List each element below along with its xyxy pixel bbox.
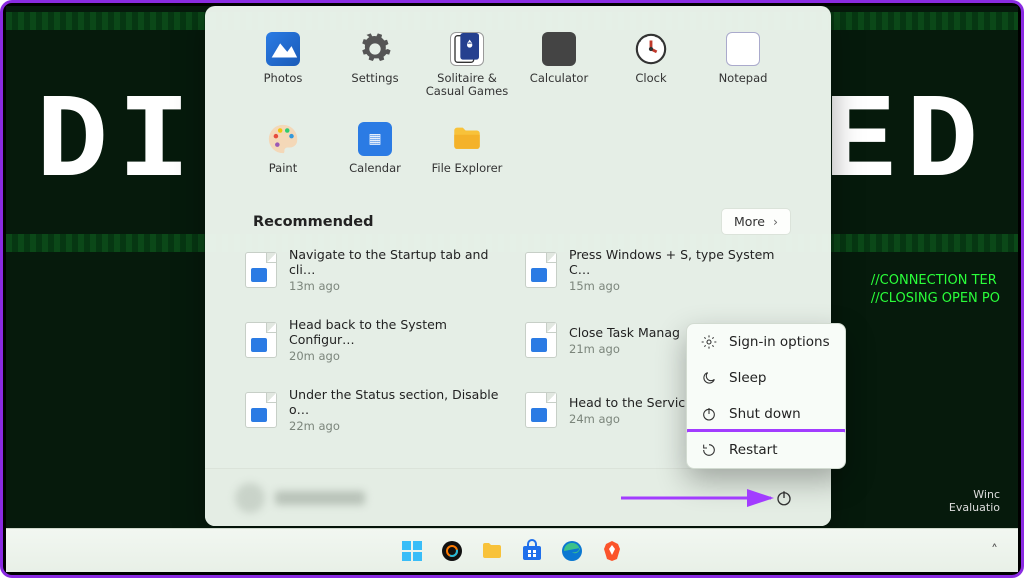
clock-icon [634, 32, 668, 66]
pinned-section: Photos Settings Solitaire & Casual Games… [205, 6, 831, 202]
app-label: Photos [264, 72, 303, 85]
menu-label: Sign-in options [729, 334, 830, 350]
solitaire-icon [450, 32, 484, 66]
recommended-item[interactable]: Under the Status section, Disable o… 22m … [243, 385, 513, 435]
paint-icon [266, 122, 300, 156]
wallpaper-text-right: ED [824, 76, 988, 212]
wallpaper-line1: //CONNECTION TER [871, 272, 1000, 290]
taskbar-store-button[interactable] [517, 536, 547, 566]
taskbar-search-button[interactable] [437, 536, 467, 566]
power-icon [701, 406, 717, 422]
taskbar-explorer-button[interactable] [477, 536, 507, 566]
recommended-item[interactable]: Head back to the System Configur… 20m ago [243, 315, 513, 365]
recommended-item[interactable]: Navigate to the Startup tab and cli… 13m … [243, 245, 513, 295]
rec-title: Close Task Manag [569, 325, 680, 340]
gear-icon [701, 334, 717, 350]
app-paint[interactable]: Paint [237, 116, 329, 202]
app-label: Settings [351, 72, 398, 85]
app-file-explorer[interactable]: File Explorer [421, 116, 513, 202]
app-label: Clock [635, 72, 666, 85]
sleep-item[interactable]: Sleep [687, 360, 845, 396]
rec-title: Under the Status section, Disable o… [289, 387, 511, 417]
app-label: Calendar [349, 162, 401, 175]
user-account-button[interactable] [235, 483, 365, 513]
screenshot-root: DI ED //CONNECTION TER //CLOSING OPEN PO… [0, 0, 1024, 578]
doc-icon [525, 252, 557, 288]
signin-options-item[interactable]: Sign-in options [687, 324, 845, 360]
app-solitaire[interactable]: Solitaire & Casual Games [421, 26, 513, 112]
app-calculator[interactable]: Calculator [513, 26, 605, 112]
restart-item[interactable]: Restart [686, 429, 846, 469]
wallpaper-line2: //CLOSING OPEN PO [871, 290, 1000, 308]
rec-title: Press Windows + S, type System C… [569, 247, 791, 277]
notepad-icon [726, 32, 760, 66]
menu-label: Restart [729, 442, 778, 458]
taskbar: ˄ [6, 528, 1018, 572]
wallpaper-console-text: //CONNECTION TER //CLOSING OPEN PO [871, 272, 1000, 308]
moon-icon [701, 370, 717, 386]
recommended-item[interactable]: Press Windows + S, type System C… 15m ago [523, 245, 793, 295]
app-settings[interactable]: Settings [329, 26, 421, 112]
app-calendar[interactable]: ▦ Calendar [329, 116, 421, 202]
restart-icon [701, 442, 717, 458]
app-photos[interactable]: Photos [237, 26, 329, 112]
app-clock[interactable]: Clock [605, 26, 697, 112]
rec-time: 13m ago [289, 279, 511, 293]
app-label: Calculator [530, 72, 588, 85]
start-footer [205, 468, 831, 526]
menu-label: Shut down [729, 406, 801, 422]
rec-time: 24m ago [569, 412, 685, 426]
more-label: More [734, 214, 765, 229]
power-button[interactable] [767, 481, 801, 515]
taskbar-edge-button[interactable] [557, 536, 587, 566]
wallpaper-text-left: DI [36, 76, 200, 212]
app-label: Paint [269, 162, 297, 175]
app-label: Notepad [719, 72, 768, 85]
rec-time: 15m ago [569, 279, 791, 293]
pinned-grid: Photos Settings Solitaire & Casual Games… [237, 26, 799, 202]
chevron-right-icon: › [773, 214, 778, 229]
taskbar-start-button[interactable] [397, 536, 427, 566]
app-label: Solitaire & Casual Games [425, 72, 509, 98]
rec-time: 22m ago [289, 419, 511, 433]
rec-title: Head back to the System Configur… [289, 317, 511, 347]
folder-icon [450, 122, 484, 156]
taskbar-overflow-chevron[interactable]: ˄ [991, 543, 998, 559]
more-button[interactable]: More › [721, 208, 791, 235]
user-name-blurred [275, 491, 365, 505]
power-menu: Sign-in options Sleep Shut down Restart [686, 323, 846, 469]
calendar-icon: ▦ [358, 122, 392, 156]
activation-watermark: Winc Evaluatio [949, 488, 1000, 514]
calculator-icon [542, 32, 576, 66]
recommended-header: Recommended More › [205, 202, 831, 245]
photos-icon [266, 32, 300, 66]
doc-icon [245, 252, 277, 288]
shutdown-item[interactable]: Shut down [687, 396, 845, 432]
app-label: File Explorer [432, 162, 503, 175]
doc-icon [245, 392, 277, 428]
rec-time: 20m ago [289, 349, 511, 363]
rec-time: 21m ago [569, 342, 680, 356]
menu-label: Sleep [729, 370, 767, 386]
settings-icon [358, 32, 392, 66]
power-icon [775, 489, 793, 507]
doc-icon [245, 322, 277, 358]
recommended-title: Recommended [253, 214, 374, 230]
rec-title: Head to the Servic [569, 395, 685, 410]
taskbar-brave-button[interactable] [597, 536, 627, 566]
rec-title: Navigate to the Startup tab and cli… [289, 247, 511, 277]
doc-icon [525, 392, 557, 428]
app-notepad[interactable]: Notepad [697, 26, 789, 112]
avatar [235, 483, 265, 513]
doc-icon [525, 322, 557, 358]
